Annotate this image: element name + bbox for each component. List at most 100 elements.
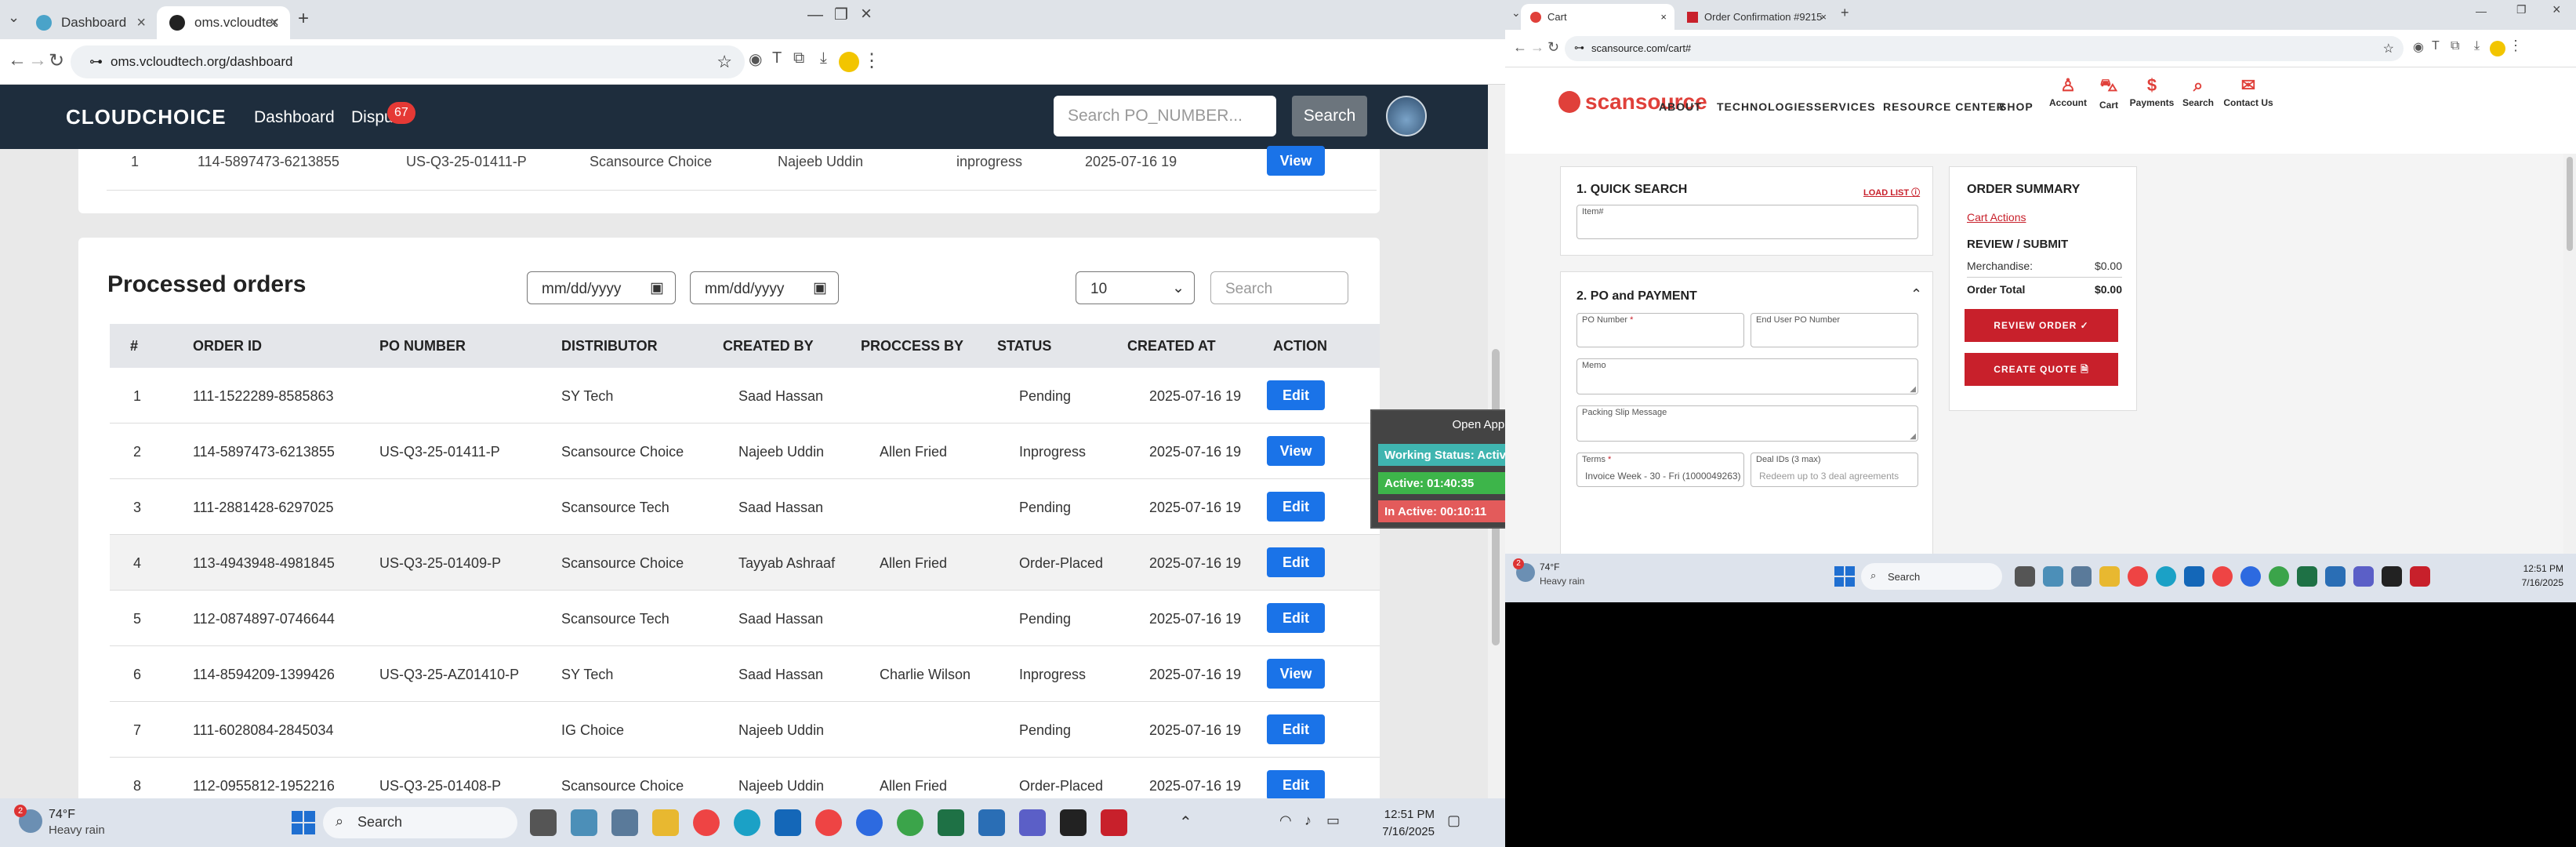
app-icon[interactable]	[2043, 566, 2063, 587]
payments-link[interactable]: $ Payments	[2126, 75, 2178, 108]
battery-icon[interactable]: ▭	[1326, 812, 1340, 829]
profile-icon[interactable]	[2490, 41, 2505, 56]
tab-search-chevron-icon[interactable]: ⌄	[1511, 6, 1521, 20]
volume-icon[interactable]: ♪	[1304, 812, 1312, 829]
teams-icon[interactable]	[2353, 566, 2374, 587]
view-button[interactable]: View	[1267, 659, 1325, 689]
create-quote-button[interactable]: CREATE QUOTE 🗎	[1965, 353, 2118, 386]
chrome-profile-icon[interactable]	[2212, 566, 2233, 587]
close-icon[interactable]: ×	[1660, 11, 1667, 23]
teams-icon[interactable]	[1019, 809, 1046, 836]
close-window-icon[interactable]: ×	[861, 3, 872, 25]
chrome-alt-icon[interactable]	[2269, 566, 2289, 587]
packing-slip-input[interactable]: Packing Slip Message ◢	[1576, 405, 1918, 442]
tab-cart[interactable]: Cart ×	[1521, 4, 1674, 30]
clock-time[interactable]: 12:51 PM	[2485, 563, 2563, 574]
pen-icon[interactable]	[978, 809, 1005, 836]
bookmark-star-icon[interactable]: ☆	[2383, 41, 2394, 56]
folder-icon[interactable]	[652, 809, 679, 836]
item-number-input[interactable]: Item#	[1576, 205, 1918, 239]
site-info-icon[interactable]: ⊶	[1574, 42, 1584, 54]
table-search-input[interactable]: Search	[1210, 271, 1348, 304]
tab-dashboard[interactable]: Dashboard ×	[24, 6, 157, 39]
calculator-icon[interactable]	[2071, 566, 2092, 587]
edit-button[interactable]: Edit	[1267, 492, 1325, 522]
clock-time[interactable]: 12:51 PM	[1348, 808, 1435, 821]
load-list-link[interactable]: LOAD LIST ⓘ	[1863, 186, 1920, 198]
windows-start-icon[interactable]	[292, 811, 315, 834]
page-size-select[interactable]: 10 ⌄	[1076, 271, 1195, 304]
nav-technologies[interactable]: TECHNOLOGIES	[1717, 100, 1814, 113]
chevron-up-icon[interactable]: ⌃	[1910, 286, 1922, 303]
address-bar[interactable]: ⊶ scansource.com/cart# ☆	[1565, 36, 2404, 61]
wifi-icon[interactable]: ◠	[1279, 812, 1292, 829]
search-link[interactable]: ⌕ Search	[2178, 75, 2219, 108]
tab-order-confirmation[interactable]: Order Confirmation #9215642 ×	[1678, 4, 1834, 30]
translate-icon[interactable]: T	[772, 49, 782, 67]
edge-icon[interactable]	[2156, 566, 2176, 587]
cart-link[interactable]: ⛍ Cart	[2093, 75, 2124, 111]
nav-dashboard[interactable]: Dashboard	[254, 108, 335, 127]
resize-handle-icon[interactable]: ◢	[1910, 432, 1916, 441]
edit-button[interactable]: Edit	[1267, 714, 1325, 744]
minimize-icon[interactable]: —	[807, 6, 823, 24]
account-link[interactable]: ♙ Account	[2044, 75, 2092, 108]
chrome-profile-icon[interactable]	[815, 809, 842, 836]
file-manager-icon[interactable]	[530, 809, 557, 836]
terminal-icon[interactable]	[1060, 809, 1087, 836]
search-button[interactable]: Search	[1292, 96, 1367, 136]
edit-button[interactable]: Edit	[1267, 547, 1325, 577]
terminal-icon[interactable]	[2382, 566, 2402, 587]
view-button[interactable]: View	[1267, 436, 1325, 466]
nav-shop[interactable]: SHOP	[1999, 100, 2034, 113]
close-icon[interactable]: ×	[136, 14, 146, 32]
excel-icon[interactable]	[938, 809, 964, 836]
edit-button[interactable]: Edit	[1267, 770, 1325, 800]
file-manager-icon[interactable]	[2015, 566, 2035, 587]
pdf-icon[interactable]	[1101, 809, 1127, 836]
nav-resource-center[interactable]: RESOURCE CENTER	[1883, 100, 2005, 113]
chrome-icon[interactable]	[2128, 566, 2148, 587]
deal-ids-input[interactable]: Deal IDs (3 max) Redeem up to 3 deal agr…	[1751, 453, 1918, 487]
app-icon[interactable]	[571, 809, 597, 836]
close-icon[interactable]: ×	[1820, 11, 1827, 23]
cart-actions-link[interactable]: Cart Actions	[1967, 211, 2026, 224]
date-to-input[interactable]: mm/dd/yyyy ▣	[690, 271, 839, 304]
taskbar-search[interactable]: ⌕ Search	[1861, 563, 2002, 590]
zoom-icon[interactable]	[2240, 566, 2261, 587]
scrollbar-thumb[interactable]	[2567, 157, 2573, 251]
bookmark-star-icon[interactable]: ☆	[717, 52, 732, 72]
outlook-icon[interactable]	[775, 809, 801, 836]
close-icon[interactable]: ×	[270, 14, 279, 32]
close-window-icon[interactable]: ×	[2552, 2, 2561, 18]
date-from-input[interactable]: mm/dd/yyyy ▣	[527, 271, 676, 304]
extension-icon[interactable]: ◉	[749, 49, 762, 69]
resize-handle-icon[interactable]: ◢	[1910, 385, 1916, 394]
new-tab-plus-icon[interactable]: +	[1841, 5, 1849, 21]
review-order-button[interactable]: REVIEW ORDER ✓	[1965, 309, 2118, 342]
nav-about[interactable]: ABOUT	[1659, 100, 1702, 113]
terms-select[interactable]: Terms * Invoice Week - 30 - Fri (1000049…	[1576, 453, 1744, 487]
extension-icon[interactable]: ◉	[2413, 39, 2424, 55]
open-app-link[interactable]: Open App ↗	[1453, 417, 1505, 431]
reload-icon[interactable]: ↻	[1547, 39, 1559, 56]
clock-date[interactable]: 7/16/2025	[1348, 825, 1435, 838]
windows-start-icon[interactable]	[1834, 566, 1855, 587]
forward-icon[interactable]: →	[1530, 39, 1544, 56]
edit-button[interactable]: Edit	[1267, 380, 1325, 410]
pen-icon[interactable]	[2325, 566, 2346, 587]
menu-icon[interactable]: ⋮	[862, 49, 881, 72]
forward-icon[interactable]: →	[28, 49, 47, 71]
clock-date[interactable]: 7/16/2025	[2485, 577, 2563, 588]
back-icon[interactable]: ←	[8, 49, 27, 71]
chevron-up-icon[interactable]: ⌃	[1179, 812, 1192, 832]
avatar[interactable]	[1386, 96, 1427, 136]
contact-link[interactable]: ✉ Contact Us	[2217, 75, 2280, 108]
restore-icon[interactable]: ❐	[834, 5, 848, 24]
calculator-icon[interactable]	[611, 809, 638, 836]
memo-input[interactable]: Memo ◢	[1576, 358, 1918, 394]
taskbar-search[interactable]: ⌕ Search	[323, 807, 517, 838]
excel-icon[interactable]	[2297, 566, 2317, 587]
restore-icon[interactable]: ❐	[2516, 3, 2527, 16]
edit-button[interactable]: Edit	[1267, 603, 1325, 633]
